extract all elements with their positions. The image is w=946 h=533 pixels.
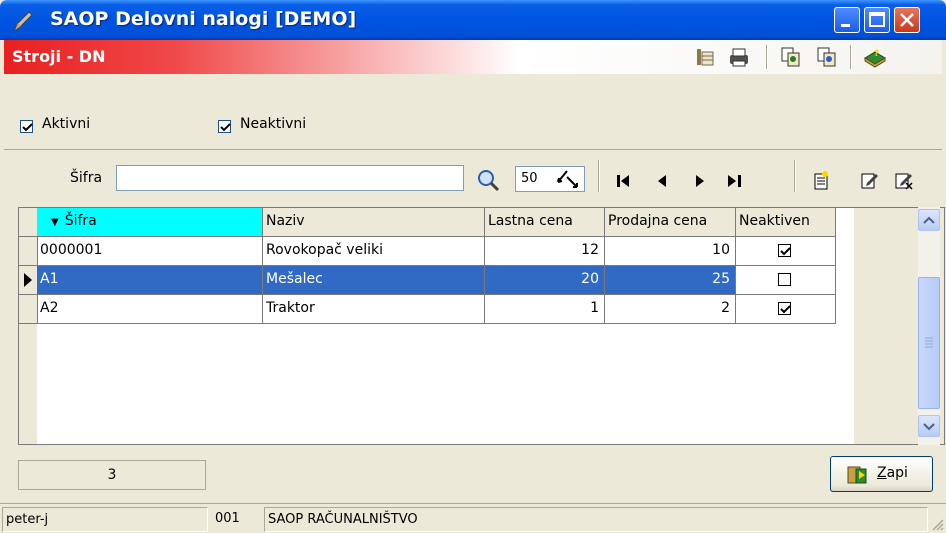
- resize-grip-icon[interactable]: [930, 517, 944, 531]
- next-record-icon[interactable]: [690, 171, 710, 191]
- grip-lines-icon: [925, 337, 933, 348]
- close-button-label: Zapi: [877, 465, 908, 481]
- cell-sifra[interactable]: 0000001: [37, 237, 263, 266]
- cell-naziv[interactable]: Traktor: [263, 295, 485, 324]
- delete-record-icon[interactable]: [892, 169, 914, 191]
- status-user: peter-j: [2, 507, 208, 532]
- status-bar: peter-j 001 SAOP RAČUNALNIŠTVO: [0, 503, 946, 533]
- chevron-down-icon: [923, 423, 935, 431]
- minimize-button[interactable]: [834, 7, 860, 33]
- section-title: Stroji - DN: [12, 47, 106, 66]
- neaktiven-checkbox[interactable]: [778, 273, 791, 286]
- column-header-prodajna-cena[interactable]: Prodajna cena: [605, 208, 736, 237]
- column-header-naziv-label: Naziv: [266, 213, 305, 229]
- column-header-sifra[interactable]: ▼ Šifra: [37, 208, 263, 237]
- neaktivni-label[interactable]: Neaktivni: [240, 116, 306, 132]
- cell-prodajna-cena[interactable]: 10: [605, 237, 736, 266]
- window-title: SAOP Delovni nalogi [DEMO]: [50, 8, 357, 30]
- chevron-up-icon: [923, 216, 935, 224]
- paste-icon[interactable]: [814, 44, 840, 70]
- row-indicator[interactable]: [19, 295, 38, 324]
- status-company-code: 001: [215, 511, 240, 526]
- toolbar-separator: [598, 160, 600, 192]
- close-window-button[interactable]: [894, 7, 920, 33]
- column-header-lastna-label: Lastna cena: [488, 213, 573, 229]
- neaktiven-checkbox[interactable]: [778, 302, 791, 315]
- header-separator: [850, 45, 852, 69]
- header-separator: [766, 45, 768, 69]
- record-count: 3: [18, 460, 206, 490]
- cell-prodajna-cena[interactable]: 2: [605, 295, 736, 324]
- row-indicator[interactable]: [19, 237, 38, 266]
- column-header-prodajna-label: Prodajna cena: [608, 213, 708, 229]
- section-header: Stroji - DN ?: [4, 40, 942, 74]
- sort-desc-icon: ▼: [51, 217, 59, 228]
- column-header-sifra-label: Šifra: [64, 213, 97, 229]
- app-pen-icon: [13, 11, 33, 32]
- neaktivni-checkbox[interactable]: [218, 120, 231, 133]
- neaktiven-checkbox[interactable]: [778, 244, 791, 257]
- page-size-value: 50: [521, 171, 538, 186]
- columns-icon[interactable]: [692, 44, 718, 70]
- main-window: SAOP Delovni nalogi [DEMO] Stroji - DN ?…: [0, 0, 946, 533]
- close-button[interactable]: Zapi: [830, 456, 933, 492]
- aktivni-label[interactable]: Aktivni: [42, 116, 90, 132]
- print-icon[interactable]: [726, 44, 752, 70]
- svg-text:?: ?: [874, 49, 879, 59]
- cell-naziv[interactable]: Mešalec: [263, 266, 485, 295]
- maximize-button[interactable]: [864, 7, 890, 33]
- grid-scrollbar[interactable]: [918, 207, 940, 445]
- data-grid[interactable]: ▼ Šifra Naziv Lastna cena Prodajna cena N…: [18, 207, 945, 445]
- search-icon[interactable]: [476, 168, 500, 192]
- first-record-icon[interactable]: [614, 171, 634, 191]
- toolbar-divider: [4, 149, 942, 150]
- cell-naziv[interactable]: Rovokopač veliki: [263, 237, 485, 266]
- close-accelerator: Z: [877, 465, 887, 481]
- cell-lastna-cena[interactable]: 1: [485, 295, 605, 324]
- current-row-pointer-icon: [24, 273, 32, 287]
- cell-neaktiven[interactable]: [736, 237, 836, 266]
- scroll-thumb[interactable]: [918, 277, 940, 409]
- copy-icon[interactable]: [778, 44, 804, 70]
- status-company-name: SAOP RAČUNALNIŠTVO: [264, 507, 928, 532]
- search-label: Šifra: [70, 170, 103, 186]
- scroll-down-button[interactable]: [918, 415, 940, 437]
- aktivni-checkbox[interactable]: [20, 120, 33, 133]
- column-header-neaktiven-label: Neaktiven: [739, 213, 810, 229]
- cell-neaktiven[interactable]: [736, 295, 836, 324]
- new-record-icon[interactable]: [810, 169, 832, 191]
- help-book-icon[interactable]: ?: [862, 44, 888, 70]
- column-header-lastna-cena[interactable]: Lastna cena: [485, 208, 605, 237]
- cell-neaktiven[interactable]: [736, 266, 836, 295]
- search-input[interactable]: [116, 165, 464, 191]
- header-indicator: [19, 208, 38, 237]
- cell-lastna-cena[interactable]: 20: [485, 266, 605, 295]
- cell-prodajna-cena[interactable]: 25: [605, 266, 736, 295]
- cell-lastna-cena[interactable]: 12: [485, 237, 605, 266]
- title-bar[interactable]: SAOP Delovni nalogi [DEMO]: [0, 0, 946, 40]
- edit-record-icon[interactable]: [858, 169, 880, 191]
- previous-record-icon[interactable]: [652, 171, 672, 191]
- last-record-icon[interactable]: [724, 171, 744, 191]
- sort-spin-icon[interactable]: [555, 168, 583, 190]
- cell-sifra[interactable]: A1: [37, 266, 263, 295]
- cell-sifra[interactable]: A2: [37, 295, 263, 324]
- toolbar-separator: [794, 160, 796, 192]
- row-indicator[interactable]: [19, 266, 38, 295]
- column-header-naziv[interactable]: Naziv: [263, 208, 485, 237]
- scroll-up-button[interactable]: [918, 209, 940, 231]
- column-header-neaktiven[interactable]: Neaktiven: [736, 208, 836, 237]
- exit-book-icon: [847, 466, 867, 484]
